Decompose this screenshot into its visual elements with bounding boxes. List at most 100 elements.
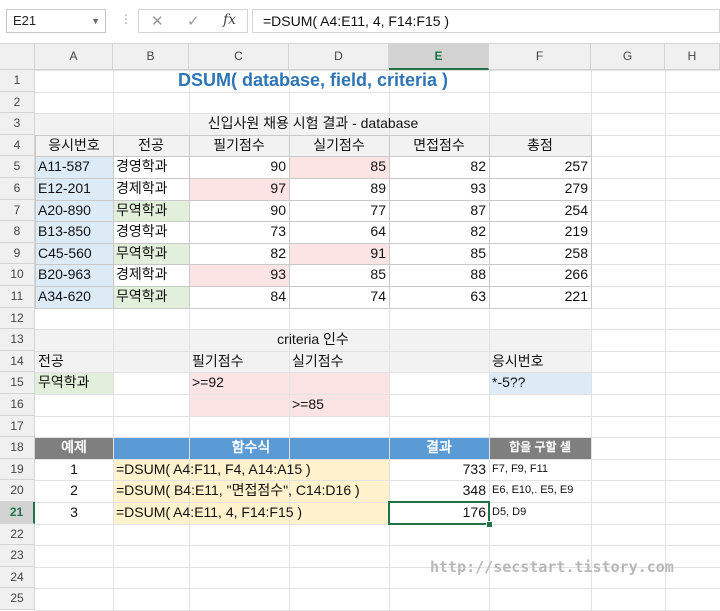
row-header-17[interactable]: 17 xyxy=(0,415,35,438)
example-no-cell[interactable]: 3 xyxy=(38,502,110,524)
fill-handle[interactable] xyxy=(486,520,493,528)
crit-major-value[interactable]: 무역학과 xyxy=(38,372,110,394)
criteria-caption[interactable]: criteria 인수 xyxy=(38,329,588,351)
db-header-cell[interactable]: 면접점수 xyxy=(392,135,486,157)
db-data-cell[interactable]: 74 xyxy=(292,286,386,308)
db-data-cell[interactable]: B13-850 xyxy=(38,221,110,243)
db-data-cell[interactable]: 경제학과 xyxy=(116,264,186,286)
crit-practical-header[interactable]: 실기점수 xyxy=(292,351,386,373)
row-header-21[interactable]: 21 xyxy=(0,502,35,524)
crit-written-value[interactable]: >=92 xyxy=(192,372,286,394)
crit-id-value[interactable]: *-5?? xyxy=(492,372,588,394)
db-data-cell[interactable]: 무역학과 xyxy=(116,243,186,265)
db-data-cell[interactable]: 85 xyxy=(392,243,486,265)
db-data-cell[interactable]: 85 xyxy=(292,264,386,286)
row-header-13[interactable]: 13 xyxy=(0,329,35,351)
active-cell-selection[interactable] xyxy=(388,501,490,525)
db-data-cell[interactable]: B20-963 xyxy=(38,264,110,286)
example-cells-cell[interactable]: F7, F9, F11 xyxy=(492,459,588,481)
example-no-cell[interactable]: 2 xyxy=(38,480,110,502)
example-cells-header[interactable]: 합을 구할 셀 xyxy=(492,437,588,459)
enter-icon[interactable]: ✓ xyxy=(187,12,200,30)
db-data-cell[interactable]: 254 xyxy=(492,200,588,222)
crit-practical-value[interactable]: >=85 xyxy=(292,394,386,416)
cancel-icon[interactable]: ✕ xyxy=(151,12,164,30)
db-data-cell[interactable]: A20-890 xyxy=(38,200,110,222)
db-data-cell[interactable]: 221 xyxy=(492,286,588,308)
crit-id-header[interactable]: 응시번호 xyxy=(492,351,588,373)
row-header-11[interactable]: 11 xyxy=(0,286,35,308)
db-data-cell[interactable]: 93 xyxy=(392,178,486,200)
db-data-cell[interactable]: 257 xyxy=(492,156,588,178)
db-data-cell[interactable]: 93 xyxy=(192,264,286,286)
db-data-cell[interactable]: 경영학과 xyxy=(116,221,186,243)
chevron-down-icon[interactable]: ▼ xyxy=(91,10,100,32)
example-result-cell[interactable]: 348 xyxy=(392,480,486,502)
db-data-cell[interactable]: 90 xyxy=(192,156,286,178)
column-header-g[interactable]: G xyxy=(591,44,665,70)
row-header-12[interactable]: 12 xyxy=(0,307,35,330)
example-no-cell[interactable]: 1 xyxy=(38,459,110,481)
db-data-cell[interactable]: 258 xyxy=(492,243,588,265)
db-data-cell[interactable]: A11-587 xyxy=(38,156,110,178)
row-header-16[interactable]: 16 xyxy=(0,394,35,416)
row-header-22[interactable]: 22 xyxy=(0,523,35,546)
db-data-cell[interactable]: 97 xyxy=(192,178,286,200)
db-header-cell[interactable]: 총점 xyxy=(492,135,588,157)
row-header-3[interactable]: 3 xyxy=(0,113,35,135)
db-data-cell[interactable]: 77 xyxy=(292,200,386,222)
row-header-10[interactable]: 10 xyxy=(0,264,35,286)
row-header-2[interactable]: 2 xyxy=(0,91,35,114)
db-data-cell[interactable]: 266 xyxy=(492,264,588,286)
db-data-cell[interactable]: 279 xyxy=(492,178,588,200)
example-cells-cell[interactable]: D5, D9 xyxy=(492,502,588,524)
row-header-18[interactable]: 18 xyxy=(0,437,35,459)
db-data-cell[interactable]: 90 xyxy=(192,200,286,222)
example-result-cell[interactable]: 733 xyxy=(392,459,486,481)
db-data-cell[interactable]: 89 xyxy=(292,178,386,200)
row-header-14[interactable]: 14 xyxy=(0,350,35,373)
db-data-cell[interactable]: 82 xyxy=(392,156,486,178)
example-formula-cell[interactable]: =DSUM( A4:E11, 4, F14:F15 ) xyxy=(116,502,386,524)
example-formula-header[interactable]: 함수식 xyxy=(116,437,386,459)
drag-handle-icon[interactable]: ⋮ xyxy=(120,12,132,26)
db-data-cell[interactable]: 85 xyxy=(292,156,386,178)
column-header-e[interactable]: E xyxy=(389,44,489,70)
db-data-cell[interactable]: 무역학과 xyxy=(116,286,186,308)
row-header-20[interactable]: 20 xyxy=(0,480,35,502)
db-data-cell[interactable]: 64 xyxy=(292,221,386,243)
example-result-header[interactable]: 결과 xyxy=(392,437,486,459)
column-header-f[interactable]: F xyxy=(489,44,591,70)
crit-written-header[interactable]: 필기점수 xyxy=(192,351,286,373)
db-data-cell[interactable]: 63 xyxy=(392,286,486,308)
db-header-cell[interactable]: 전공 xyxy=(116,135,186,157)
formula-input[interactable]: =DSUM( A4:E11, 4, F14:F15 ) xyxy=(252,9,720,33)
db-data-cell[interactable]: 91 xyxy=(292,243,386,265)
example-no-header[interactable]: 예제 xyxy=(38,437,110,459)
column-header-b[interactable]: B xyxy=(113,44,189,70)
db-data-cell[interactable]: 87 xyxy=(392,200,486,222)
row-header-25[interactable]: 25 xyxy=(0,588,35,610)
db-data-cell[interactable]: 경제학과 xyxy=(116,178,186,200)
db-data-cell[interactable]: 82 xyxy=(392,221,486,243)
db-data-cell[interactable]: E12-201 xyxy=(38,178,110,200)
row-header-19[interactable]: 19 xyxy=(0,458,35,481)
row-header-4[interactable]: 4 xyxy=(0,134,35,157)
db-header-cell[interactable]: 필기점수 xyxy=(192,135,286,157)
db-data-cell[interactable]: C45-560 xyxy=(38,243,110,265)
crit-major-header[interactable]: 전공 xyxy=(38,351,110,373)
row-header-23[interactable]: 23 xyxy=(0,545,35,567)
row-header-15[interactable]: 15 xyxy=(0,372,35,394)
db-data-cell[interactable]: 경영학과 xyxy=(116,156,186,178)
insert-function-icon[interactable]: fx xyxy=(223,12,236,28)
db-header-cell[interactable]: 실기점수 xyxy=(292,135,386,157)
db-data-cell[interactable]: 73 xyxy=(192,221,286,243)
db-data-cell[interactable]: 무역학과 xyxy=(116,200,186,222)
name-box[interactable]: E21 ▼ xyxy=(6,9,106,33)
row-header-9[interactable]: 9 xyxy=(0,242,35,265)
db-data-cell[interactable]: 219 xyxy=(492,221,588,243)
sheet-title[interactable]: DSUM( database, field, criteria ) xyxy=(38,70,588,92)
column-header-h[interactable]: H xyxy=(665,44,720,70)
column-header-a[interactable]: A xyxy=(35,44,113,70)
row-header-24[interactable]: 24 xyxy=(0,566,35,589)
